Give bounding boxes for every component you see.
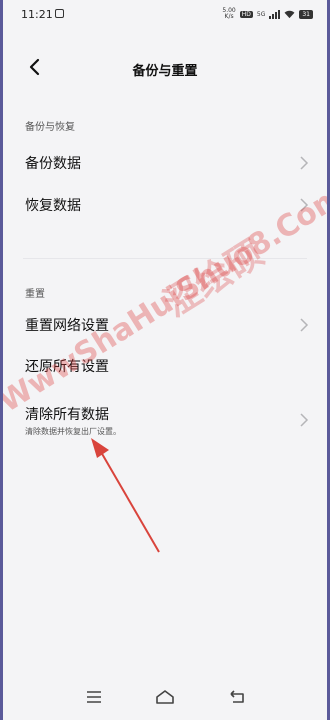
- section-label-reset: 重置: [25, 289, 45, 300]
- network-speed: 5.00 K/s: [222, 8, 235, 20]
- header: 备份与重置: [3, 52, 327, 84]
- status-right: 5.00 K/s HD 5G 31: [222, 8, 313, 20]
- status-bar: 11:21 5.00 K/s HD 5G 31: [3, 0, 327, 28]
- menu-icon[interactable]: [83, 688, 105, 706]
- erase-all-data-row[interactable]: 清除所有数据 清除数据并恢复出厂设置。: [3, 396, 327, 444]
- chevron-right-icon: [300, 156, 309, 170]
- erase-all-data-label: 清除所有数据: [25, 407, 109, 423]
- network-speed-unit: K/s: [224, 13, 234, 20]
- screen: 11:21 5.00 K/s HD 5G 31 备份与重置 备份与恢复 备份数据: [3, 0, 327, 720]
- status-time: 11:21: [21, 8, 53, 21]
- chevron-right-icon: [300, 198, 309, 212]
- erase-all-data-subtitle: 清除数据并恢复出厂设置。: [25, 427, 121, 436]
- notification-icon: [55, 9, 64, 18]
- section-label-backup: 备份与恢复: [25, 122, 75, 133]
- restore-all-settings-label: 还原所有设置: [25, 359, 109, 375]
- reset-network-label: 重置网络设置: [25, 318, 109, 334]
- restore-data-label: 恢复数据: [25, 198, 81, 214]
- battery-icon: 31: [299, 9, 313, 19]
- page-title: 备份与重置: [132, 64, 198, 79]
- section-divider: [23, 258, 307, 259]
- backup-data-label: 备份数据: [25, 156, 81, 172]
- signal-icon: [269, 9, 281, 19]
- restore-data-row[interactable]: 恢复数据: [3, 187, 327, 223]
- hd-badge: HD: [239, 10, 253, 18]
- chevron-right-icon: [300, 318, 309, 332]
- wifi-icon: [284, 10, 295, 18]
- reset-network-row[interactable]: 重置网络设置: [3, 307, 327, 343]
- chevron-right-icon: [300, 413, 309, 427]
- network-type: 5G: [256, 10, 266, 18]
- home-icon[interactable]: [154, 688, 176, 706]
- navigation-bar: [3, 674, 327, 720]
- return-icon[interactable]: [226, 688, 248, 706]
- backup-data-row[interactable]: 备份数据: [3, 145, 327, 181]
- restore-all-settings-row[interactable]: 还原所有设置: [3, 348, 327, 384]
